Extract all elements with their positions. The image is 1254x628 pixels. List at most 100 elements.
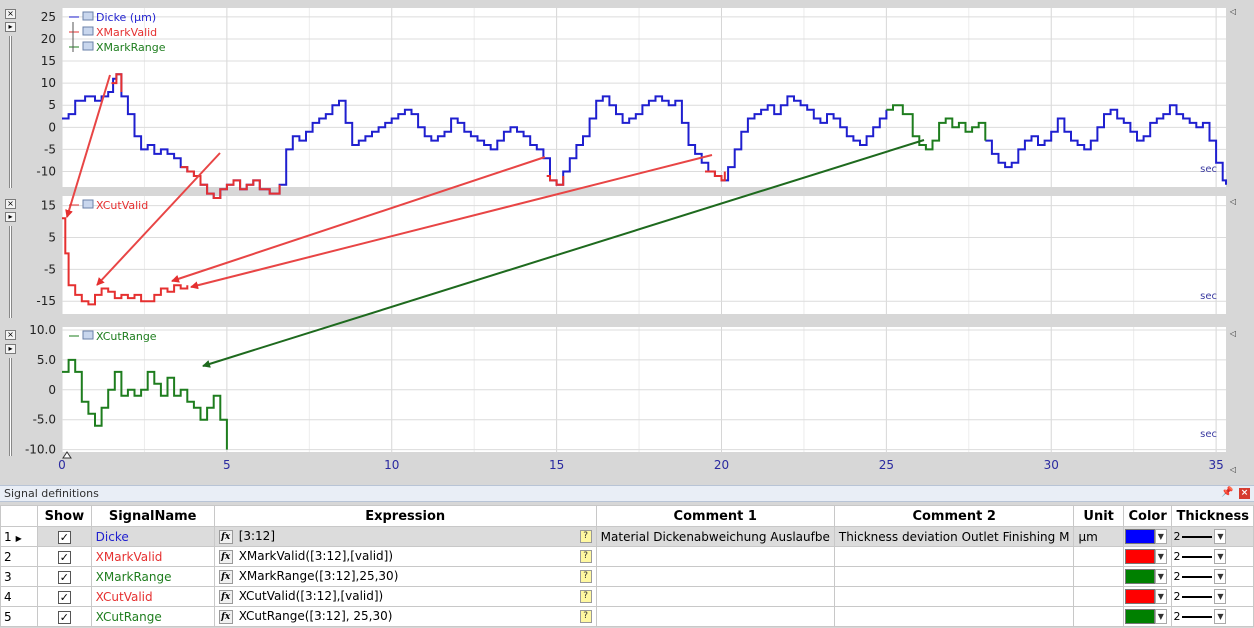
comment1-cell[interactable]: [595, 606, 835, 627]
signalname-cell[interactable]: XCutValid: [90, 586, 215, 607]
row-number[interactable]: 1 ▶: [0, 526, 39, 547]
comment1-cell[interactable]: [595, 566, 835, 587]
expression-cell[interactable]: fx XCutRange([3:12], 25,30)?: [213, 606, 597, 627]
show-checkbox[interactable]: ✓: [57, 610, 71, 624]
show-column-header[interactable]: Show: [37, 505, 92, 527]
show-checkbox[interactable]: ✓: [57, 530, 71, 544]
help-icon[interactable]: ?: [579, 590, 592, 603]
legend-monitor-icon[interactable]: [82, 330, 94, 340]
color-cell[interactable]: ▼: [1122, 546, 1173, 567]
expression-cell[interactable]: fx [3:12]?: [213, 526, 597, 547]
signalname-cell[interactable]: XMarkValid: [90, 546, 215, 567]
close-icon[interactable]: ×: [1239, 488, 1250, 499]
expression-cell[interactable]: fx XMarkRange([3:12],25,30)?: [213, 566, 597, 587]
table-row[interactable]: 4 ✓ XCutValid fx XCutValid([3:12],[valid])? ▼…: [0, 586, 1254, 607]
legend-label[interactable]: Dicke (µm): [96, 11, 156, 24]
function-icon[interactable]: fx: [218, 529, 233, 544]
thickness-dropdown-icon[interactable]: ▼: [1214, 589, 1227, 604]
legend-monitor-icon[interactable]: [82, 41, 94, 51]
expression-column-header[interactable]: Expression: [213, 505, 597, 527]
color-swatch[interactable]: [1124, 549, 1155, 564]
comment2-cell[interactable]: Thickness deviation Outlet Finishing M: [833, 526, 1075, 547]
comment2-cell[interactable]: [833, 606, 1075, 627]
comment2-column-header[interactable]: Comment 2: [833, 505, 1075, 527]
table-row[interactable]: 1 ▶ ✓ Dicke fx [3:12]? Material Dickenabweichu…: [0, 526, 1254, 547]
thickness-column-header[interactable]: Thickness: [1171, 505, 1254, 527]
unit-cell[interactable]: [1073, 586, 1124, 607]
comment1-cell[interactable]: Material Dickenabweichung Auslaufbe: [595, 526, 835, 547]
thickness-cell[interactable]: 2 ▼: [1171, 606, 1254, 627]
comment2-cell[interactable]: [833, 566, 1075, 587]
legend-label[interactable]: XMarkRange: [96, 41, 166, 54]
xaxis-start-marker-icon: [62, 451, 72, 459]
comment1-column-header[interactable]: Comment 1: [595, 505, 835, 527]
function-icon[interactable]: fx: [218, 589, 233, 604]
color-dropdown-icon[interactable]: ▼: [1154, 589, 1167, 604]
thickness-dropdown-icon[interactable]: ▼: [1214, 549, 1227, 564]
thickness-dropdown-icon[interactable]: ▼: [1214, 609, 1227, 624]
show-checkbox[interactable]: ✓: [57, 570, 71, 584]
show-cell: ✓: [37, 606, 92, 627]
thickness-cell[interactable]: 2 ▼: [1171, 526, 1254, 547]
unit-column-header[interactable]: Unit: [1073, 505, 1124, 527]
signalname-cell[interactable]: XCutRange: [90, 606, 215, 627]
color-swatch[interactable]: [1124, 589, 1155, 604]
legend-label[interactable]: XCutValid: [96, 199, 148, 212]
color-cell[interactable]: ▼: [1122, 566, 1173, 587]
signalname-column-header[interactable]: SignalName: [90, 505, 215, 527]
help-icon[interactable]: ?: [579, 550, 592, 563]
row-number[interactable]: 4: [0, 586, 39, 607]
color-dropdown-icon[interactable]: ▼: [1154, 609, 1167, 624]
unit-cell[interactable]: [1073, 566, 1124, 587]
comment2-cell[interactable]: [833, 586, 1075, 607]
help-icon[interactable]: ?: [579, 570, 592, 583]
help-icon[interactable]: ?: [579, 530, 592, 543]
table-row[interactable]: 5 ✓ XCutRange fx XCutRange([3:12], 25,30)? ▼ 2…: [0, 606, 1254, 627]
comment1-cell[interactable]: [595, 586, 835, 607]
legend-monitor-icon[interactable]: [82, 26, 94, 36]
expression-cell[interactable]: fx XMarkValid([3:12],[valid])?: [213, 546, 597, 567]
thickness-line-preview: [1182, 535, 1213, 538]
thickness-cell[interactable]: 2 ▼: [1171, 566, 1254, 587]
unit-cell[interactable]: [1073, 546, 1124, 567]
thickness-dropdown-icon[interactable]: ▼: [1214, 569, 1227, 584]
color-cell[interactable]: ▼: [1122, 586, 1173, 607]
function-icon[interactable]: fx: [218, 569, 233, 584]
row-number[interactable]: 2: [0, 546, 39, 567]
thickness-cell[interactable]: 2 ▼: [1171, 586, 1254, 607]
unit-cell[interactable]: [1073, 606, 1124, 627]
table-row[interactable]: 3 ✓ XMarkRange fx XMarkRange([3:12],25,30)? ▼…: [0, 566, 1254, 587]
show-checkbox[interactable]: ✓: [57, 590, 71, 604]
color-swatch[interactable]: [1124, 569, 1155, 584]
pin-icon[interactable]: 📌: [1221, 487, 1233, 500]
color-dropdown-icon[interactable]: ▼: [1154, 569, 1167, 584]
function-icon[interactable]: fx: [218, 549, 233, 564]
row-number[interactable]: 5: [0, 606, 39, 627]
legend-label[interactable]: XMarkValid: [96, 26, 157, 39]
color-swatch[interactable]: [1124, 529, 1155, 544]
comment1-cell[interactable]: [595, 546, 835, 567]
thickness-value: 2: [1173, 610, 1181, 623]
signalname-cell[interactable]: Dicke: [90, 526, 215, 547]
table-row[interactable]: 2 ✓ XMarkValid fx XMarkValid([3:12],[valid])…: [0, 546, 1254, 567]
unit-cell[interactable]: µm: [1073, 526, 1124, 547]
row-number[interactable]: 3: [0, 566, 39, 587]
color-dropdown-icon[interactable]: ▼: [1154, 549, 1167, 564]
color-dropdown-icon[interactable]: ▼: [1154, 529, 1167, 544]
color-cell[interactable]: ▼: [1122, 606, 1173, 627]
function-icon[interactable]: fx: [218, 609, 233, 624]
legend-label[interactable]: XCutRange: [96, 330, 157, 343]
show-checkbox[interactable]: ✓: [57, 550, 71, 564]
legend-monitor-icon[interactable]: [82, 199, 94, 209]
xaxis-tick-label: 25: [879, 458, 894, 472]
signalname-cell[interactable]: XMarkRange: [90, 566, 215, 587]
color-swatch[interactable]: [1124, 609, 1155, 624]
legend-monitor-icon[interactable]: [82, 11, 94, 21]
comment2-cell[interactable]: [833, 546, 1075, 567]
help-icon[interactable]: ?: [579, 610, 592, 623]
expression-cell[interactable]: fx XCutValid([3:12],[valid])?: [213, 586, 597, 607]
thickness-cell[interactable]: 2 ▼: [1171, 546, 1254, 567]
color-cell[interactable]: ▼: [1122, 526, 1173, 547]
color-column-header[interactable]: Color: [1122, 505, 1173, 527]
thickness-dropdown-icon[interactable]: ▼: [1214, 529, 1227, 544]
